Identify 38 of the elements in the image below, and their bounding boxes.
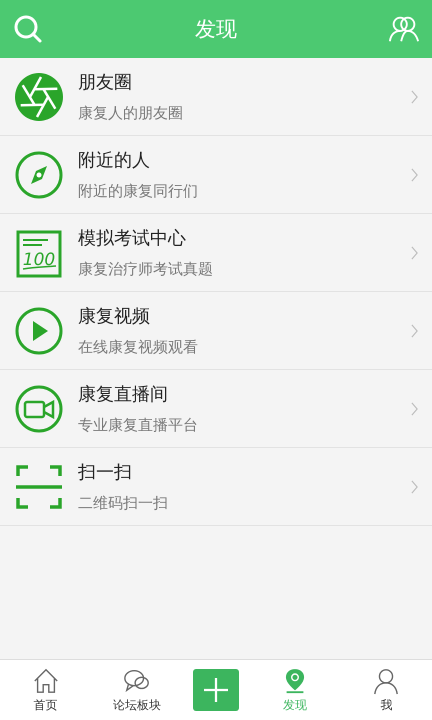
compass-icon xyxy=(14,150,64,200)
people-icon[interactable] xyxy=(388,14,420,44)
aperture-icon xyxy=(14,72,64,122)
chevron-icon xyxy=(411,402,418,416)
list-item[interactable]: 扫一扫 二维码扫一扫 xyxy=(0,448,432,526)
video-camera-icon xyxy=(14,384,64,434)
item-title: 附近的人 xyxy=(78,149,151,172)
item-subtitle: 专业康复直播平台 xyxy=(78,416,199,435)
item-subtitle: 在线康复视频观看 xyxy=(78,338,199,357)
chevron-icon xyxy=(411,480,418,494)
list-item[interactable]: 100 模拟考试中心 康复治疗师考试真题 xyxy=(0,214,432,292)
chevron-icon xyxy=(411,168,418,182)
list-item[interactable]: 朋友圈 康复人的朋友圈 xyxy=(0,58,432,136)
item-subtitle: 二维码扫一扫 xyxy=(78,494,169,513)
chevron-icon xyxy=(411,246,418,260)
page-title: 发现 xyxy=(195,16,237,43)
person-icon xyxy=(372,666,400,694)
item-title: 康复直播间 xyxy=(78,383,169,406)
item-title: 模拟考试中心 xyxy=(78,227,187,250)
item-title: 朋友圈 xyxy=(78,71,133,94)
add-button[interactable] xyxy=(192,669,239,711)
item-subtitle: 康复人的朋友圈 xyxy=(78,104,184,123)
home-icon xyxy=(32,666,60,694)
list-item[interactable]: 附近的人 附近的康复同行们 xyxy=(0,136,432,214)
item-subtitle: 附近的康复同行们 xyxy=(78,182,199,201)
search-icon[interactable] xyxy=(12,14,44,44)
item-subtitle: 康复治疗师考试真题 xyxy=(78,260,214,279)
list-item[interactable]: 康复视频 在线康复视频观看 xyxy=(0,292,432,370)
list-item[interactable]: 康复直播间 专业康复直播平台 xyxy=(0,370,432,448)
item-title: 康复视频 xyxy=(78,305,151,328)
tab-item[interactable]: 论坛板块 xyxy=(102,666,172,714)
tab-item[interactable]: 首页 xyxy=(10,666,81,714)
play-icon xyxy=(14,306,64,356)
tab-item[interactable]: 我 xyxy=(351,666,422,714)
exam-paper-icon: 100 xyxy=(14,228,64,278)
item-title: 扫一扫 xyxy=(78,461,133,484)
chevron-icon xyxy=(411,90,418,104)
chevron-icon xyxy=(411,324,418,338)
